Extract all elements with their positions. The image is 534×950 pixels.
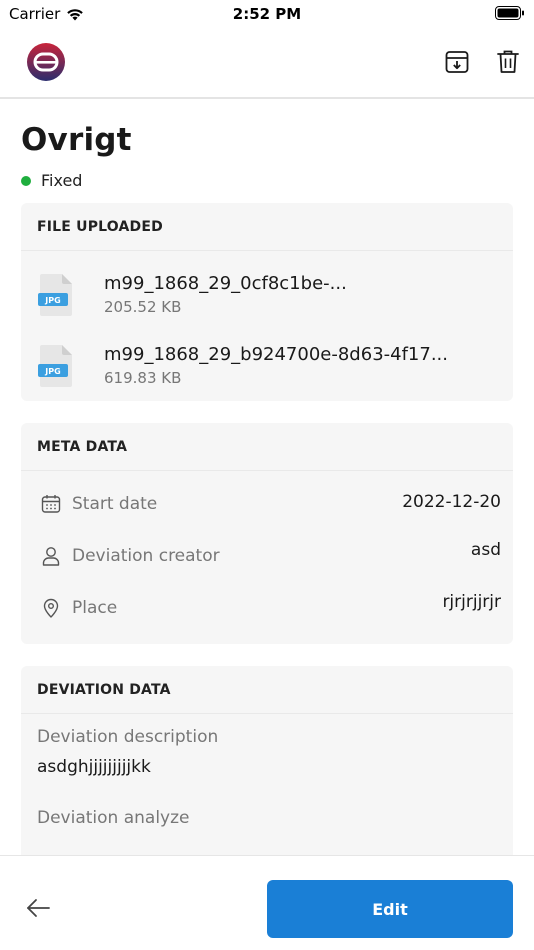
- jpg-file-icon: JPG: [38, 345, 72, 387]
- meta-row-start-date: Start date 2022-12-20: [21, 489, 513, 519]
- app-logo-icon: [27, 43, 65, 81]
- location-pin-icon: [40, 597, 62, 619]
- meta-label: Start date: [72, 494, 158, 514]
- edit-button[interactable]: Edit: [267, 880, 513, 938]
- file-size: 619.83 KB: [104, 369, 182, 387]
- back-button[interactable]: [24, 894, 52, 922]
- status-label: Fixed: [41, 171, 83, 190]
- meta-label: Deviation creator: [72, 546, 220, 566]
- meta-label: Place: [72, 598, 118, 618]
- file-item[interactable]: JPG m99_1868_29_b924700e-8d63-4f17... 61…: [21, 344, 513, 404]
- battery-icon: [495, 6, 524, 20]
- app-header: [0, 30, 534, 99]
- deviation-description-value: asdghjjjjjjjjjkk: [37, 757, 151, 777]
- meta-value: rjrjrjjrjr: [442, 592, 501, 612]
- meta-value: asd: [470, 540, 501, 560]
- files-card: FILE UPLOADED JPG m99_1868_29_0cf8c1be-.…: [21, 203, 513, 401]
- arrow-left-icon: [27, 899, 50, 917]
- jpg-file-icon: JPG: [38, 274, 72, 316]
- deviation-analyze-label: Deviation analyze: [37, 808, 190, 828]
- deviation-card-header: DEVIATION DATA: [21, 666, 513, 714]
- archive-download-icon: [445, 51, 469, 73]
- delete-button[interactable]: [495, 49, 521, 75]
- deviation-data-card: DEVIATION DATA Deviation description asd…: [21, 666, 513, 866]
- file-item[interactable]: JPG m99_1868_29_0cf8c1be-... 205.52 KB: [21, 273, 513, 333]
- trash-icon: [497, 50, 519, 73]
- meta-row-creator: Deviation creator asd: [21, 540, 513, 571]
- file-type-label: JPG: [44, 367, 60, 376]
- files-card-header: FILE UPLOADED: [21, 203, 513, 251]
- meta-data-card: META DATA Start date 2022-12-20 Deviatio…: [21, 423, 513, 644]
- status-time: 2:52 PM: [232, 5, 302, 23]
- meta-card-header: META DATA: [21, 423, 513, 471]
- file-name: m99_1868_29_b924700e-8d63-4f17...: [104, 344, 448, 365]
- status-indicator: Fixed: [21, 171, 82, 190]
- bottom-action-bar: Edit: [0, 855, 534, 950]
- meta-value: 2022-12-20: [402, 492, 501, 512]
- file-size: 205.52 KB: [104, 298, 182, 316]
- calendar-icon: [40, 493, 62, 515]
- meta-row-place: Place rjrjrjjrjr: [21, 592, 513, 623]
- file-name: m99_1868_29_0cf8c1be-...: [104, 273, 347, 294]
- page-title: Ovrigt: [21, 122, 132, 158]
- file-type-label: JPG: [44, 296, 60, 305]
- status-bar: Carrier 2:52 PM: [0, 0, 534, 30]
- status-dot: [21, 175, 31, 186]
- user-icon: [40, 545, 62, 567]
- deviation-description-label: Deviation description: [37, 727, 219, 747]
- archive-button[interactable]: [444, 49, 470, 75]
